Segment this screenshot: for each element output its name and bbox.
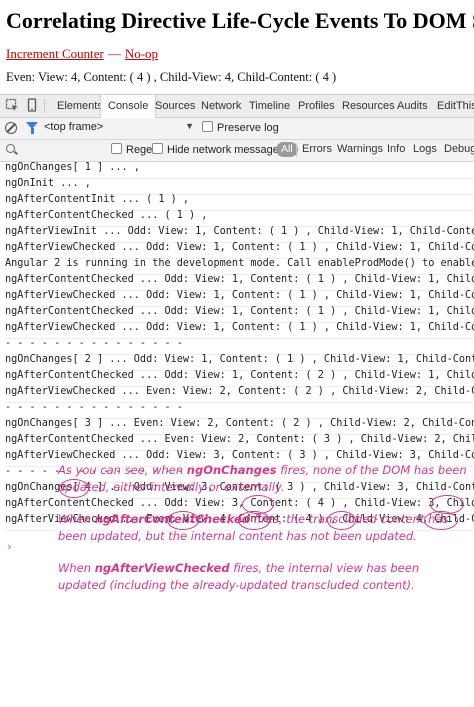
- note-hook-name: ngAfterViewChecked: [94, 561, 230, 575]
- level-divider: [296, 143, 297, 157]
- tab-network[interactable]: Network: [194, 95, 248, 117]
- tab-audits[interactable]: Audits: [390, 95, 435, 117]
- frame-select-value: <top frame>: [44, 121, 104, 133]
- action-links: Increment Counter — No-op: [6, 46, 158, 62]
- tab-editthis[interactable]: EditThis: [430, 95, 474, 117]
- note-text: When: [58, 561, 95, 575]
- note-text: As you can see, when: [58, 463, 187, 477]
- filter-icon[interactable]: [26, 122, 38, 134]
- regex-checkbox[interactable]: [111, 143, 122, 154]
- note-text: When: [58, 512, 95, 526]
- console-line: ngAfterContentChecked ... Even: View: 2,…: [5, 434, 474, 451]
- level-all[interactable]: All: [276, 142, 298, 157]
- link-separator: —: [107, 46, 121, 61]
- console-filter-bar: Regex Hide network messages All Errors W…: [0, 140, 474, 162]
- devtools-tabbar: Elements Console Sources Network Timelin…: [0, 95, 474, 118]
- console-line: ngOnChanges[ 2 ] ... Odd: View: 1, Conte…: [5, 354, 474, 371]
- hide-network-label: Hide network messages: [167, 144, 285, 156]
- console-line: ngAfterViewChecked ... Even: View: 2, Co…: [5, 386, 474, 403]
- console-line: ngOnChanges[ 3 ] ... Even: View: 2, Cont…: [5, 418, 474, 435]
- preserve-log-checkbox[interactable]: [202, 121, 213, 132]
- console-line: ngOnChanges[ 1 ] ... ,: [5, 162, 474, 179]
- preserve-log-option[interactable]: Preserve log: [202, 121, 279, 134]
- console-line: ngAfterContentChecked ... Odd: View: 1, …: [5, 274, 474, 291]
- console-line: ngAfterContentChecked ... ( 1 ) ,: [5, 210, 474, 227]
- console-line: ngAfterContentChecked ... Odd: View: 1, …: [5, 370, 474, 387]
- preserve-log-label: Preserve log: [217, 122, 279, 134]
- console-line: ngOnInit ... ,: [5, 178, 474, 195]
- console-output: ngOnChanges[ 1 ] ... , ngOnInit ... , ng…: [0, 162, 474, 707]
- regex-option[interactable]: Regex: [111, 143, 158, 156]
- note-hook-name: ngOnChanges: [186, 463, 277, 477]
- devtools-panel: Elements Console Sources Network Timelin…: [0, 94, 474, 707]
- inspect-icon[interactable]: [5, 98, 19, 112]
- console-toolbar: <top frame> ▼ Preserve log: [0, 118, 474, 140]
- hide-network-option[interactable]: Hide network messages: [152, 143, 284, 156]
- console-line: ngAfterViewChecked ... Odd: View: 1, Con…: [5, 290, 474, 307]
- prompt-chevron-icon[interactable]: ›: [6, 540, 13, 553]
- console-separator: - - - - - - - - - - - - - - -: [5, 338, 474, 355]
- page-title: Correlating Directive Life-Cycle Events …: [6, 8, 474, 33]
- filter-search-input[interactable]: [4, 143, 108, 157]
- counter-status: Even: View: 4, Content: ( 4 ) , Child-Vi…: [6, 70, 337, 84]
- console-line: ngAfterViewChecked ... Odd: View: 1, Con…: [5, 242, 474, 259]
- device-icon[interactable]: [25, 98, 39, 112]
- console-line: ngAfterViewChecked ... Odd: View: 1, Con…: [5, 322, 474, 339]
- clear-console-icon[interactable]: [5, 122, 17, 134]
- level-info[interactable]: Info: [387, 143, 405, 155]
- level-warnings[interactable]: Warnings: [337, 143, 383, 155]
- search-icon: [6, 144, 15, 153]
- console-line: ngAfterContentChecked ... Odd: View: 1, …: [5, 306, 474, 323]
- chevron-down-icon: ▼: [185, 121, 194, 131]
- increment-counter-link[interactable]: Increment Counter: [6, 46, 104, 61]
- console-separator: - - - - - - - - - - - - - - -: [5, 402, 474, 419]
- console-line: Angular 2 is running in the development …: [5, 258, 474, 275]
- level-errors[interactable]: Errors: [302, 143, 332, 155]
- annotation-note: As you can see, when ngOnChanges fires, …: [58, 462, 468, 496]
- tab-timeline[interactable]: Timeline: [242, 95, 297, 117]
- annotation-notes: As you can see, when ngOnChanges fires, …: [58, 462, 468, 609]
- tabbar-divider: [44, 99, 45, 113]
- hide-network-checkbox[interactable]: [152, 143, 163, 154]
- level-debug[interactable]: Debug: [444, 143, 474, 155]
- console-line: ngAfterContentInit ... ( 1 ) ,: [5, 194, 474, 211]
- note-hook-name: ngAfterContentChecked: [94, 512, 250, 526]
- console-line: ngAfterViewInit ... Odd: View: 1, Conten…: [5, 226, 474, 243]
- level-logs[interactable]: Logs: [413, 143, 437, 155]
- annotation-note: When ngAfterViewChecked fires, the inter…: [58, 560, 468, 594]
- frame-select[interactable]: <top frame> ▼: [44, 121, 194, 135]
- noop-link[interactable]: No-op: [125, 46, 158, 61]
- annotation-note: When ngAfterContentChecked fires, the tr…: [58, 511, 468, 545]
